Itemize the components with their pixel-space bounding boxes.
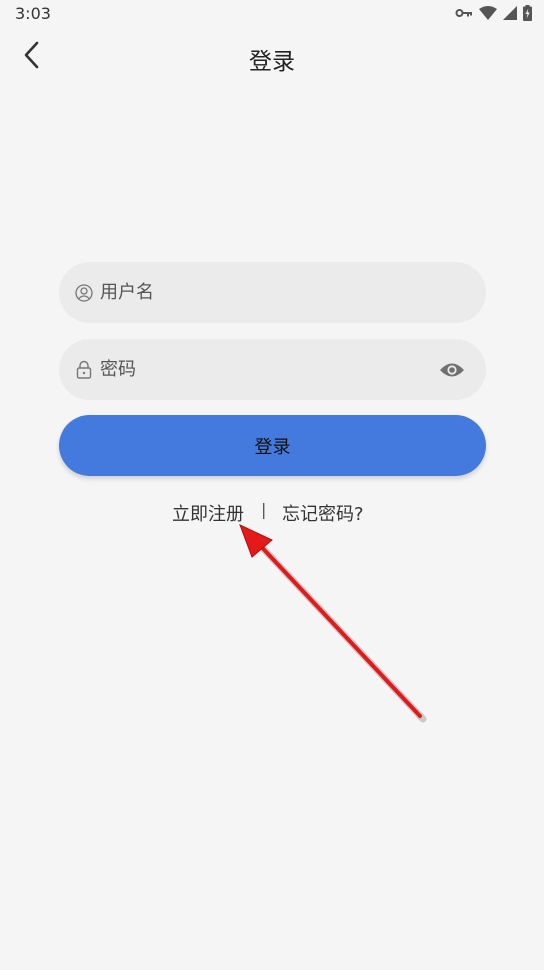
annotation-arrow-icon — [239, 524, 427, 723]
